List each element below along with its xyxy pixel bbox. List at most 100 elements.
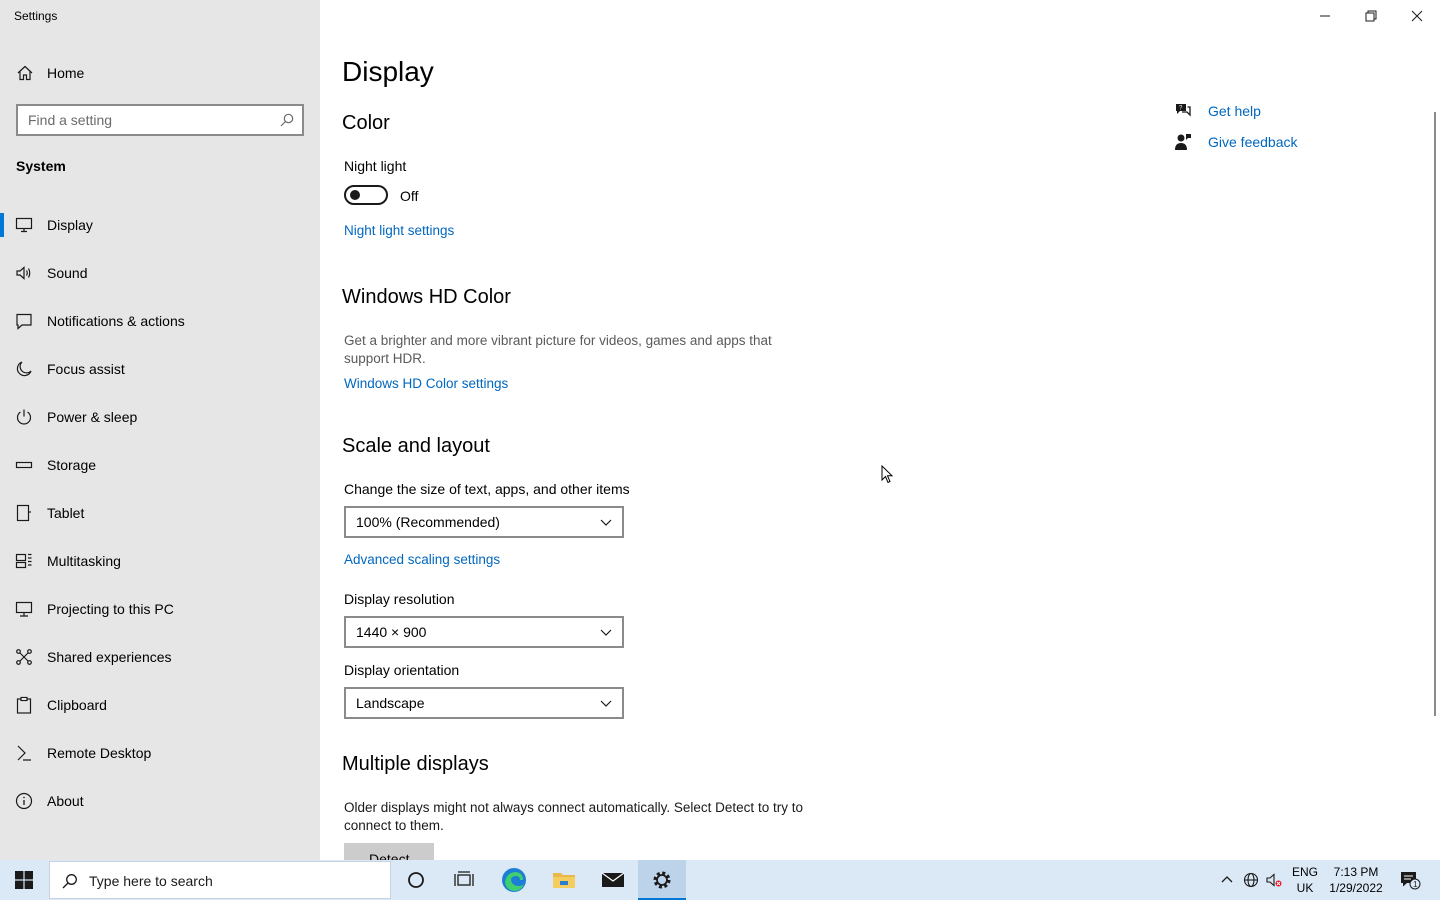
clipboard-icon [16, 696, 32, 714]
night-light-settings-link[interactable]: Night light settings [344, 223, 454, 238]
mail-button[interactable] [589, 860, 637, 900]
taskbar: Type here to search ENG UK 7:13 PM 1/29/… [0, 860, 1440, 900]
orientation-value: Landscape [356, 695, 425, 711]
projector-icon [15, 601, 33, 617]
scale-size-dropdown[interactable]: 100% (Recommended) [344, 506, 624, 538]
sidebar-item-label: Multitasking [47, 553, 121, 569]
sidebar-item-about[interactable]: About [0, 777, 320, 825]
action-center-button[interactable]: 1 [1386, 860, 1434, 900]
home-label: Home [47, 65, 85, 81]
detect-label: Detect [369, 851, 410, 860]
sidebar-item-label: Tablet [47, 505, 85, 521]
hdr-settings-link[interactable]: Windows HD Color settings [344, 376, 508, 391]
setting-search-input[interactable]: Find a setting [16, 104, 304, 136]
windows-logo-icon [15, 871, 33, 889]
taskbar-search-placeholder: Type here to search [89, 873, 213, 889]
scrollbar[interactable] [1434, 112, 1436, 716]
sidebar-item-label: Shared experiences [47, 649, 172, 665]
minimize-button[interactable] [1302, 0, 1348, 32]
sidebar-item-display[interactable]: Display [0, 201, 320, 249]
sidebar-item-label: Sound [47, 265, 88, 281]
info-icon [15, 792, 33, 810]
gear-icon [653, 871, 671, 889]
close-button[interactable] [1394, 0, 1440, 32]
section-heading-multiple-displays: Multiple displays [342, 753, 489, 775]
sidebar-item-label: Power & sleep [47, 409, 138, 425]
toggle-knob [350, 190, 360, 200]
restore-icon [1365, 10, 1377, 22]
feedback-icon [1175, 134, 1191, 150]
sidebar-item-shared-experiences[interactable]: Shared experiences [0, 633, 320, 681]
sidebar-item-power-sleep[interactable]: Power & sleep [0, 393, 320, 441]
get-help-label: Get help [1208, 103, 1261, 119]
scale-size-value: 100% (Recommended) [356, 514, 500, 530]
taskbar-search-input[interactable]: Type here to search [49, 861, 391, 899]
globe-network-icon[interactable] [1243, 872, 1259, 888]
remote-desktop-icon [17, 745, 31, 761]
resolution-dropdown[interactable]: 1440 × 900 [344, 616, 624, 648]
night-light-toggle[interactable] [344, 185, 388, 205]
cortana-icon [408, 872, 424, 888]
orientation-dropdown[interactable]: Landscape [344, 687, 624, 719]
sidebar-item-tablet[interactable]: Tablet [0, 489, 320, 537]
advanced-scaling-link[interactable]: Advanced scaling settings [344, 552, 500, 567]
sidebar-item-projecting[interactable]: Projecting to this PC [0, 585, 320, 633]
settings-window: Settings Home Find a setting System Disp… [0, 0, 1440, 860]
detect-button[interactable]: Detect [344, 843, 434, 860]
cortana-button[interactable] [392, 860, 440, 900]
chevron-down-icon [600, 629, 612, 636]
speaker-icon [16, 266, 31, 280]
section-heading-color: Color [342, 112, 390, 134]
monitor-icon [15, 217, 33, 233]
language-code: ENG [1291, 865, 1318, 879]
night-light-state: Off [400, 188, 419, 204]
taskbar-clock[interactable]: 7:13 PM 1/29/2022 [1326, 864, 1386, 896]
hdr-description: Get a brighter and more vibrant picture … [344, 333, 772, 366]
help-panel: ? Get help Give feedback [1174, 100, 1374, 162]
give-feedback-label: Give feedback [1208, 134, 1298, 150]
storage-icon [15, 461, 33, 469]
sidebar-item-storage[interactable]: Storage [0, 441, 320, 489]
sidebar-item-sound[interactable]: Sound [0, 249, 320, 297]
sidebar-item-label: About [47, 793, 84, 809]
sidebar-item-label: Remote Desktop [47, 745, 152, 761]
scale-size-label: Change the size of text, apps, and other… [344, 481, 630, 497]
minimize-icon [1320, 15, 1330, 17]
restore-button[interactable] [1348, 0, 1394, 32]
edge-button[interactable] [490, 860, 538, 900]
home-icon [17, 65, 33, 81]
sidebar-nav: Display Sound Notifications & actions Fo… [0, 201, 320, 825]
sidebar-item-home[interactable]: Home [0, 57, 320, 89]
sidebar-item-notifications[interactable]: Notifications & actions [0, 297, 320, 345]
get-help-link[interactable]: ? Get help [1174, 100, 1374, 131]
file-explorer-button[interactable] [540, 860, 588, 900]
give-feedback-link[interactable]: Give feedback [1174, 131, 1374, 162]
keyboard-layout: UK [1296, 881, 1314, 895]
mouse-cursor-icon [881, 465, 894, 484]
sidebar-item-focus-assist[interactable]: Focus assist [0, 345, 320, 393]
edge-icon [502, 868, 526, 892]
notification-icon [16, 313, 32, 330]
power-icon [16, 409, 32, 425]
input-language-indicator[interactable]: ENG UK [1290, 864, 1320, 896]
sidebar-item-multitasking[interactable]: Multitasking [0, 537, 320, 585]
chevron-up-icon[interactable] [1219, 872, 1235, 888]
main-content: Display Color Night light Off Night ligh… [320, 0, 1440, 860]
search-icon[interactable] [280, 113, 294, 127]
sidebar-item-remote-desktop[interactable]: Remote Desktop [0, 729, 320, 777]
orientation-label: Display orientation [344, 662, 460, 678]
clock-time: 7:13 PM [1333, 865, 1379, 879]
folder-icon [553, 873, 575, 888]
volume-muted-icon[interactable] [1266, 872, 1282, 888]
resolution-label: Display resolution [344, 591, 455, 607]
settings-taskbar-button[interactable] [638, 860, 686, 900]
setting-search-placeholder: Find a setting [28, 112, 113, 128]
start-button[interactable] [0, 860, 48, 900]
multiple-displays-description: Older displays might not always connect … [344, 800, 803, 833]
resolution-value: 1440 × 900 [356, 624, 427, 640]
task-view-icon [454, 871, 474, 886]
search-icon [62, 874, 77, 889]
task-view-button[interactable] [440, 860, 488, 900]
tablet-icon [16, 504, 31, 522]
sidebar-item-clipboard[interactable]: Clipboard [0, 681, 320, 729]
